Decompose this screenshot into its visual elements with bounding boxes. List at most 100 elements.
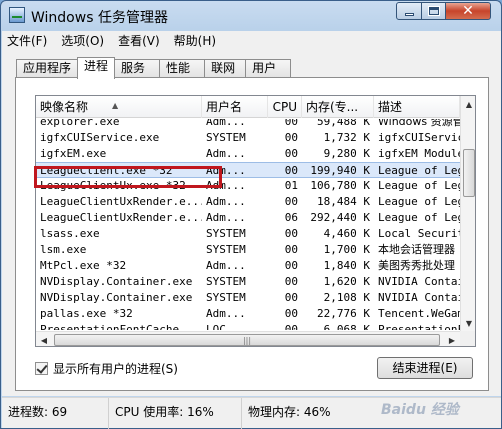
process-user: Adm... <box>206 259 246 272</box>
tab-strip: 应用程序 进程 服务 性能 联网 用户 <box>16 57 292 79</box>
end-process-button[interactable]: 结束进程(E) <box>377 357 473 379</box>
menu-options[interactable]: 选项(O) <box>56 32 109 49</box>
horizontal-scrollbar[interactable]: ◀ ||| ▶ <box>36 331 460 346</box>
tab-users[interactable]: 用户 <box>245 59 292 78</box>
status-bar: 进程数: 69 CPU 使用率: 16% 物理内存: 46% <box>2 397 501 429</box>
tab-processes[interactable]: 进程 <box>77 57 116 79</box>
process-cpu: 06 <box>284 211 298 224</box>
process-description: 本地会话管理器 <box>378 243 455 256</box>
process-cpu: 00 <box>284 131 298 144</box>
minimize-button[interactable] <box>396 2 422 20</box>
process-memory: 1,840 K <box>323 259 370 272</box>
column-memory[interactable]: 内存(专... <box>302 96 374 118</box>
window-title: Windows 任务管理器 <box>31 10 168 26</box>
menu-bar: 文件(F) 选项(O) 查看(V) 帮助(H) <box>2 31 501 50</box>
process-list[interactable]: 映像名称 ▲ 用户名 CPU 内存(专... 描述 explorer.exe A… <box>35 95 476 347</box>
scroll-left-icon[interactable]: ◀ <box>36 332 52 346</box>
minimize-icon <box>404 12 414 16</box>
process-description: NVIDIA Contai <box>378 275 460 288</box>
vertical-scrollbar[interactable]: ▲ ▼ <box>460 96 475 331</box>
process-cpu: 00 <box>284 119 298 128</box>
table-row[interactable]: NVDisplay.Container.exe SYSTEM 00 2,108 … <box>36 290 460 306</box>
process-name: pallas.exe *32 <box>40 307 133 320</box>
menu-view[interactable]: 查看(V) <box>113 32 165 49</box>
process-memory: 22,776 K <box>317 307 370 320</box>
process-cpu: 00 <box>284 227 298 240</box>
vertical-scroll-thumb[interactable] <box>463 149 475 197</box>
tab-networking[interactable]: 联网 <box>204 59 247 78</box>
process-description: PresentationF <box>378 323 460 330</box>
table-row[interactable]: LeagueClientUx.exe *32 Adm... 01 106,780… <box>36 178 460 194</box>
table-row[interactable]: LeagueClientUxRender.e... Adm... 00 18,4… <box>36 194 460 210</box>
close-button[interactable]: ✕ <box>445 2 491 20</box>
menu-file[interactable]: 文件(F) <box>2 32 52 49</box>
process-user: SYSTEM <box>206 243 246 256</box>
process-user: Adm... <box>206 147 246 160</box>
process-name: NVDisplay.Container.exe <box>40 291 193 304</box>
show-all-users-label: 显示所有用户的进程(S) <box>53 362 178 376</box>
process-name: lsm.exe <box>40 243 87 256</box>
process-cpu: 00 <box>284 243 298 256</box>
table-row[interactable]: LeagueClientUxRender.e... Adm... 06 292,… <box>36 210 460 226</box>
process-user: LOC... <box>206 323 246 330</box>
table-row[interactable]: igfxEM.exe Adm... 00 9,280 K igfxEM Modu… <box>36 146 460 162</box>
scroll-up-icon[interactable]: ▲ <box>461 96 475 112</box>
checkbox-checked-icon[interactable] <box>35 362 48 375</box>
processes-panel: 映像名称 ▲ 用户名 CPU 内存(专... 描述 explorer.exe A… <box>15 77 489 391</box>
column-cpu[interactable]: CPU <box>268 96 302 118</box>
process-user: Adm... <box>206 119 246 128</box>
process-description: League of Leg <box>378 195 460 208</box>
status-cpu-usage: CPU 使用率: 16% <box>109 398 242 429</box>
process-description: League of Leg <box>378 179 460 192</box>
process-name: igfxEM.exe <box>40 147 107 160</box>
sort-ascending-icon: ▲ <box>112 101 119 110</box>
process-user: Adm... <box>206 211 246 224</box>
tab-applications[interactable]: 应用程序 <box>16 59 79 78</box>
horizontal-scroll-thumb[interactable]: ||| <box>54 334 440 346</box>
process-user: Adm... <box>206 195 246 208</box>
process-user: Adm... <box>206 179 246 192</box>
table-row[interactable]: lsm.exe SYSTEM 00 1,700 K 本地会话管理器 <box>36 242 460 258</box>
tab-services[interactable]: 服务 <box>114 59 161 78</box>
scroll-right-icon[interactable]: ▶ <box>444 332 460 346</box>
title-bar[interactable]: Windows 任务管理器 ✕ <box>1 1 501 31</box>
table-row[interactable]: NVDisplay.Container.exe SYSTEM 00 1,620 … <box>36 274 460 290</box>
status-process-count: 进程数: 69 <box>2 398 109 429</box>
scroll-down-icon[interactable]: ▼ <box>461 315 475 331</box>
status-physical-memory: 物理内存: 46% <box>248 405 331 419</box>
grip-icon: ||| <box>242 335 252 345</box>
process-cpu: 00 <box>284 195 298 208</box>
column-description[interactable]: 描述 <box>374 96 460 118</box>
column-image-name[interactable]: 映像名称 ▲ <box>36 96 202 118</box>
table-row[interactable]: explorer.exe Adm... 00 59,488 K Windows … <box>36 119 460 130</box>
process-name: MtPcl.exe *32 <box>40 259 127 272</box>
process-cpu: 00 <box>284 147 298 160</box>
table-row[interactable]: pallas.exe *32 Adm... 00 22,776 K Tencen… <box>36 306 460 322</box>
process-description: League of Leg <box>378 164 460 177</box>
column-user-name[interactable]: 用户名 <box>202 96 268 118</box>
table-row[interactable]: MtPcl.exe *32 Adm... 00 1,840 K 美图秀秀批处理 <box>36 258 460 274</box>
table-row[interactable]: igfxCUIService.exe SYSTEM 00 1,732 K igf… <box>36 130 460 146</box>
process-memory: 9,280 K <box>323 147 370 160</box>
process-name: lsass.exe <box>40 227 100 240</box>
process-description: Tencent.WeGam <box>378 307 460 320</box>
table-row-selected[interactable]: LeagueClient.exe *32 Adm... 00 199,940 K… <box>36 162 460 178</box>
process-name: LeagueClientUxRender.e... <box>40 211 202 224</box>
process-memory: 1,732 K <box>323 131 370 144</box>
process-user: Adm... <box>206 164 246 177</box>
show-all-users-checkbox[interactable]: 显示所有用户的进程(S) <box>35 360 178 377</box>
process-user: SYSTEM <box>206 131 246 144</box>
process-cpu: 01 <box>284 179 298 192</box>
list-header: 映像名称 ▲ 用户名 CPU 内存(专... 描述 <box>36 96 460 118</box>
process-description: igfxCUIServic <box>378 131 460 144</box>
tab-performance[interactable]: 性能 <box>159 59 206 78</box>
process-memory: 199,940 K <box>310 164 370 177</box>
table-row[interactable]: lsass.exe SYSTEM 00 4,460 K Local Securi… <box>36 226 460 242</box>
process-user: Adm... <box>206 307 246 320</box>
process-name: LeagueClient.exe *32 <box>40 164 173 177</box>
process-description: Local Securit <box>378 227 460 240</box>
menu-help[interactable]: 帮助(H) <box>169 32 221 49</box>
maximize-icon <box>427 6 440 16</box>
table-row[interactable]: PresentationFontCache... LOC... 00 6,068… <box>36 322 460 330</box>
maximize-button[interactable] <box>421 2 446 20</box>
